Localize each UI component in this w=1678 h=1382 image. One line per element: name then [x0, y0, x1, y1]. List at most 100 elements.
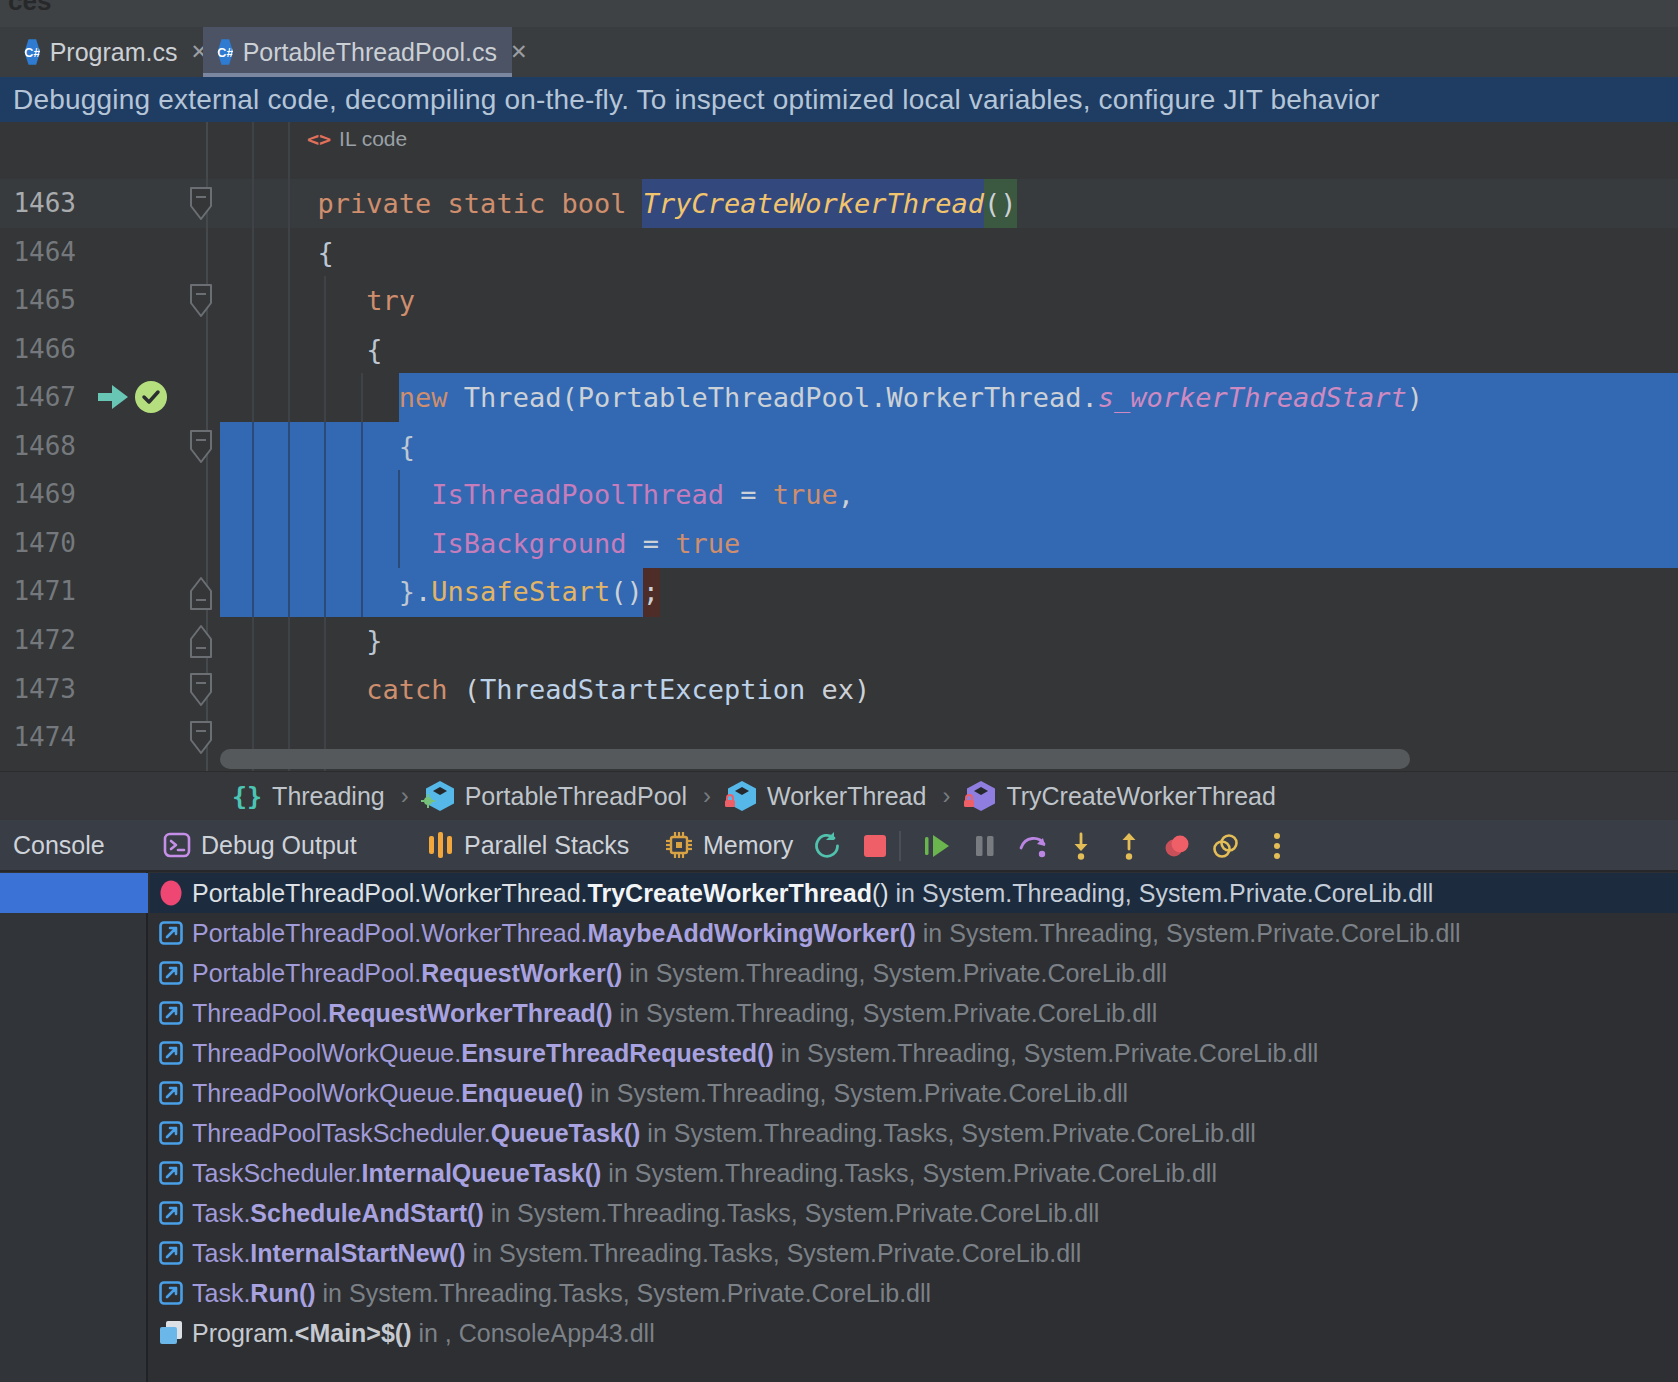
code-line-1466[interactable]: { [220, 325, 383, 374]
horizontal-scrollbar[interactable] [220, 749, 1410, 769]
execution-pointer-icon [96, 384, 130, 410]
selected-thread-row[interactable] [0, 873, 148, 913]
class-icon [727, 780, 757, 812]
tool-tab-debug-output[interactable]: Debug Output [163, 820, 357, 870]
threads-pane[interactable] [0, 872, 148, 1382]
csharp-file-icon: C# [217, 39, 234, 66]
frames-panel: PortableThreadPool.WorkerThread.TryCreat… [0, 872, 1678, 1382]
stack-frame-row[interactable]: Program.<Main>$() in , ConsoleApp43.dll [150, 1313, 1678, 1353]
line-number: 1469 [0, 470, 76, 519]
chevron-right-icon: › [942, 782, 950, 810]
breadcrumb-label: WorkerThread [767, 782, 926, 811]
breadcrumb-label: TryCreateWorkerThread [1006, 782, 1276, 811]
stack-frame-row[interactable]: PortableThreadPool.WorkerThread.MaybeAdd… [150, 913, 1678, 953]
tool-tab-label: Debug Output [201, 831, 357, 860]
editor-tab-portablethreadpool-cs[interactable]: C#PortableThreadPool.cs✕ [203, 27, 512, 77]
chevron-right-icon: › [703, 782, 711, 810]
frame-text: ThreadPoolTaskScheduler.QueueTask() in S… [192, 1119, 1256, 1148]
resume-button[interactable] [922, 831, 952, 861]
stack-frame-row[interactable]: Task.InternalStartNew() in System.Thread… [150, 1233, 1678, 1273]
code-line-1469[interactable]: IsThreadPoolThread = true, [220, 470, 854, 519]
code-editor[interactable]: <> IL code private static bool TryCreate… [0, 122, 1678, 771]
breadcrumb-threading[interactable]: {}Threading [232, 782, 385, 811]
external-source-icon [158, 1240, 184, 1266]
breadcrumb-label: PortableThreadPool [465, 782, 687, 811]
code-line-1470[interactable]: IsBackground = true [220, 519, 740, 568]
tool-tab-console[interactable]: Console [13, 820, 105, 870]
tool-tab-parallel-stacks[interactable]: Parallel Stacks [428, 820, 629, 870]
line-number: 1468 [0, 422, 76, 471]
step-over-button[interactable] [1018, 831, 1048, 861]
more-button[interactable] [1262, 831, 1292, 861]
code-line-1473[interactable]: catch (ThreadStartException ex) [220, 665, 870, 714]
stack-frame-row[interactable]: ThreadPool.RequestWorkerThread() in Syst… [150, 993, 1678, 1033]
external-source-icon [158, 1080, 184, 1106]
frame-text: PortableThreadPool.RequestWorker() in Sy… [192, 959, 1167, 988]
lock-decorator-icon [723, 785, 737, 814]
stack-frame-row[interactable]: ThreadPoolWorkQueue.EnsureThreadRequeste… [150, 1033, 1678, 1073]
external-source-icon [158, 1120, 184, 1146]
breadcrumb-trycreateworkerthread[interactable]: TryCreateWorkerThread [966, 780, 1276, 812]
window-top-strip: ces [0, 0, 1678, 27]
frame-text: PortableThreadPool.WorkerThread.MaybeAdd… [192, 919, 1461, 948]
external-source-icon [158, 1000, 184, 1026]
code-line-1472[interactable]: } [220, 616, 383, 665]
tool-tab-label: Console [13, 831, 105, 860]
tab-label: Program.cs [50, 38, 178, 67]
line-number: 1473 [0, 665, 76, 714]
il-code-hint[interactable]: <> IL code [307, 124, 407, 154]
breadcrumb-portablethreadpool[interactable]: PortableThreadPool [425, 780, 687, 812]
fold-expand-icon[interactable] [188, 622, 214, 660]
code-line-1464[interactable]: { [220, 228, 334, 277]
editor-tab-program-cs[interactable]: C#Program.cs✕ [10, 27, 203, 77]
chevron-right-icon: › [401, 782, 409, 810]
pause-button[interactable] [970, 831, 1000, 861]
step-into-button[interactable] [1066, 831, 1096, 861]
tool-tab-label: Memory [703, 831, 793, 860]
gear-decorator-icon [421, 785, 435, 814]
fold-collapse-icon[interactable] [188, 719, 214, 757]
line-number: 1470 [0, 519, 76, 568]
code-line-1471[interactable]: }.UnsafeStart(); [220, 567, 659, 616]
fold-collapse-icon[interactable] [188, 671, 214, 709]
fold-collapse-icon[interactable] [188, 185, 214, 223]
stack-frame-row[interactable]: ThreadPoolWorkQueue.Enqueue() in System.… [150, 1073, 1678, 1113]
class-icon [425, 780, 455, 812]
stack-frame-row[interactable]: ThreadPoolTaskScheduler.QueueTask() in S… [150, 1113, 1678, 1153]
rerun-button[interactable] [812, 831, 842, 861]
code-line-1468[interactable]: { [220, 422, 415, 471]
close-icon[interactable]: ✕ [510, 40, 528, 64]
debug-decompile-banner: Debugging external code, decompiling on-… [0, 77, 1678, 122]
stack-frame-row[interactable]: TaskScheduler.InternalQueueTask() in Sys… [150, 1153, 1678, 1193]
step-out-button[interactable] [1114, 831, 1144, 861]
breakpoint-verified-icon[interactable] [133, 379, 169, 415]
breadcrumb-label: Threading [272, 782, 385, 811]
toolbar-separator [899, 831, 901, 861]
tool-tab-label: Parallel Stacks [464, 831, 629, 860]
frame-text: ThreadPoolWorkQueue.Enqueue() in System.… [192, 1079, 1128, 1108]
tool-tab-memory[interactable]: Memory [665, 820, 793, 870]
code-line-1467[interactable]: new Thread(PortableThreadPool.WorkerThre… [220, 373, 1423, 422]
debug-toolbar: Console Debug Output Parallel Stacks Memory [0, 820, 1678, 872]
mute-breakpoints-button[interactable] [1163, 831, 1193, 861]
external-source-icon [158, 920, 184, 946]
fold-collapse-icon[interactable] [188, 282, 214, 320]
fold-collapse-icon[interactable] [188, 428, 214, 466]
stack-frame-row[interactable]: Task.Run() in System.Threading.Tasks, Sy… [150, 1273, 1678, 1313]
frame-text: Task.ScheduleAndStart() in System.Thread… [192, 1199, 1099, 1228]
fold-expand-icon[interactable] [188, 574, 214, 612]
view-breakpoints-button[interactable] [1211, 831, 1241, 861]
line-number: 1474 [0, 713, 76, 762]
line-number: 1471 [0, 567, 76, 616]
breakpoint-icon [158, 879, 184, 907]
stop-button[interactable] [860, 831, 890, 861]
line-number: 1465 [0, 276, 76, 325]
line-number: 1466 [0, 325, 76, 374]
code-line-1465[interactable]: try [220, 276, 415, 325]
lock-decorator-icon [962, 785, 976, 814]
stack-frame-row[interactable]: Task.ScheduleAndStart() in System.Thread… [150, 1193, 1678, 1233]
code-line-1463[interactable]: private static bool TryCreateWorkerThrea… [220, 179, 1017, 228]
breadcrumb-workerthread[interactable]: WorkerThread [727, 780, 926, 812]
stack-frame-row[interactable]: PortableThreadPool.RequestWorker() in Sy… [150, 953, 1678, 993]
stack-frame-row[interactable]: PortableThreadPool.WorkerThread.TryCreat… [150, 873, 1678, 913]
